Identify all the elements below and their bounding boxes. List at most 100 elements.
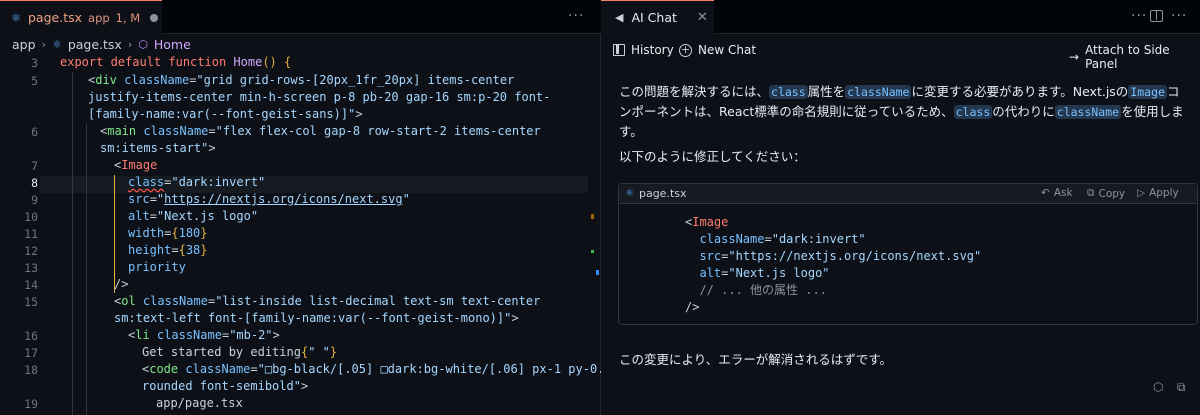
code-block-header: ⚛ page.tsx ↶ Ask ⧉ Copy ▷ Apply: [619, 184, 1197, 204]
inline-code: Image: [1128, 85, 1167, 99]
line-number: 17: [24, 346, 38, 360]
indent-guide: [86, 124, 87, 415]
code-line: <li className="mb-2">: [128, 328, 280, 342]
copy-icon: ⧉: [1087, 187, 1095, 199]
chevron-left-icon: ◀: [615, 11, 624, 24]
chat-tab-bar: ◀ AI Chat ✕ ··· ···: [601, 0, 1200, 34]
line-number: 19: [24, 397, 38, 411]
chat-more-icon[interactable]: ···: [1131, 8, 1147, 24]
new-chat-label: New Chat: [698, 43, 757, 57]
attach-side-panel-button[interactable]: → Attach to Side Panel: [1069, 43, 1200, 71]
line-number: 13: [24, 261, 38, 275]
apply-button[interactable]: ▷ Apply: [1137, 187, 1179, 199]
apply-label: Apply: [1149, 187, 1179, 199]
assistant-message-conclusion: この変更により、エラーが解消されるはずです。: [619, 352, 893, 367]
breadcrumb-home[interactable]: Home: [154, 37, 191, 52]
play-icon: ▷: [1137, 187, 1146, 199]
current-line-highlight: [40, 176, 588, 193]
code-line: src="https://nextjs.org/icons/next.svg": [128, 192, 410, 206]
code-line: <div className="grid grid-rows-[20px_1fr…: [88, 73, 515, 87]
code-block-filename: page.tsx: [638, 187, 687, 200]
message-text: この問題を解決するには、: [619, 84, 770, 99]
ask-label: Ask: [1053, 187, 1073, 199]
code-line: width={180}: [128, 226, 208, 240]
code-line: app/page.tsx: [156, 396, 243, 410]
inline-code: className: [1054, 105, 1122, 119]
line-number: 11: [24, 227, 38, 241]
line-number: 6: [31, 125, 38, 139]
chevron-right-icon: ›: [127, 37, 133, 51]
message-text: に変更する必要があります。Next.jsの: [911, 84, 1129, 99]
indent-guide: [72, 72, 73, 415]
inline-code: className: [845, 85, 912, 99]
ask-button[interactable]: ↶ Ask: [1041, 187, 1073, 199]
breadcrumb-app[interactable]: app: [12, 37, 36, 52]
inline-code: class: [953, 105, 993, 119]
copy-label: Copy: [1098, 187, 1126, 200]
code-line: priority: [128, 260, 186, 274]
line-number: 7: [31, 159, 38, 173]
code-line: height={38}: [128, 243, 208, 257]
line-number: 16: [24, 329, 38, 343]
code-line: justify-items-center min-h-screen p-8 pb…: [88, 90, 551, 104]
tab-filename: page.tsx: [28, 10, 83, 25]
indent-guide-active: [114, 175, 115, 293]
breadcrumb-page-tsx[interactable]: page.tsx: [68, 37, 122, 52]
line-number: 15: [24, 295, 38, 309]
close-icon[interactable]: ✕: [697, 10, 708, 25]
unsaved-dot-icon[interactable]: [150, 13, 159, 22]
breadcrumb: app › ⚛ page.tsx › ⬡ Home: [0, 34, 601, 54]
code-line: Get started by editing{" "}: [142, 345, 338, 359]
code-line: alt="Next.js logo": [128, 209, 259, 223]
code-editor-pane: ⚛ page.tsx app 1, M ··· app › ⚛ page.tsx…: [0, 0, 612, 415]
symbol-cube-icon: ⬡: [138, 37, 148, 51]
code-line: <main className="flex flex-col gap-8 row…: [100, 124, 541, 138]
line-number: 9: [31, 193, 38, 207]
react-file-icon: ⚛: [625, 188, 634, 199]
ai-chat-pane: ◀ AI Chat ✕ ··· ··· History + New Chat →…: [601, 0, 1200, 415]
line-number: 10: [24, 210, 38, 224]
line-number: 3: [31, 56, 38, 70]
chevron-right-icon: ›: [41, 37, 46, 51]
assistant-message-instruction: 以下のように修正してください：: [619, 149, 806, 164]
attach-label: Attach to Side Panel: [1085, 43, 1170, 71]
tab-folder: app: [88, 10, 110, 25]
scrollbar-marker: [591, 250, 594, 253]
code-block-content[interactable]: <Image className="dark:invert" src="http…: [685, 214, 981, 316]
react-file-icon: ⚛: [51, 37, 62, 51]
tab-status: 1, M: [115, 10, 141, 25]
copy-message-icon[interactable]: ⧉: [1177, 380, 1186, 395]
editor-more-actions-icon[interactable]: ···: [568, 8, 584, 24]
line-number: 14: [24, 278, 38, 292]
history-label: History: [631, 43, 674, 57]
code-line: <ol className="list-inside list-decimal …: [114, 294, 541, 308]
code-line: export default function Home() {: [60, 55, 292, 69]
split-editor-icon[interactable]: [1150, 10, 1163, 22]
editor-tab-page-tsx[interactable]: ⚛ page.tsx app 1, M: [0, 0, 162, 34]
line-number: 5: [31, 74, 38, 88]
message-text: の代わりに: [992, 104, 1055, 119]
arrow-right-icon: →: [1069, 50, 1080, 64]
plus-circle-icon: +: [679, 42, 692, 57]
tab-ai-chat[interactable]: ◀ AI Chat ✕: [601, 0, 714, 34]
copy-button[interactable]: ⧉ Copy: [1087, 187, 1125, 200]
code-line: rounded font-semibold">: [142, 379, 309, 393]
assistant-message-paragraph: この問題を解決するには、 class 属性を className に変更する必要がありま…: [619, 82, 1191, 141]
line-number: 18: [24, 363, 38, 377]
line-number: 12: [24, 244, 38, 258]
scrollbar-marker: [591, 214, 594, 219]
line-number-active: 8: [31, 176, 38, 190]
history-button[interactable]: History: [613, 43, 674, 57]
ask-icon: ↶: [1041, 187, 1050, 199]
code-line: sm:items-start">: [100, 141, 216, 155]
editor-tab-bar: ⚛ page.tsx app 1, M ···: [0, 0, 601, 34]
code-line-error: class="dark:invert": [128, 175, 266, 189]
cube-icon[interactable]: ⬡: [1153, 380, 1163, 394]
history-icon: [613, 44, 625, 56]
chat-more-actions-icon[interactable]: ···: [1171, 8, 1187, 24]
new-chat-button[interactable]: + New Chat: [679, 43, 756, 57]
inline-code: class: [769, 85, 808, 99]
message-text: 属性を: [807, 84, 846, 99]
code-line: <Image: [114, 158, 158, 172]
code-line: sm:text-left font-[family-name:var(--fon…: [114, 311, 519, 325]
